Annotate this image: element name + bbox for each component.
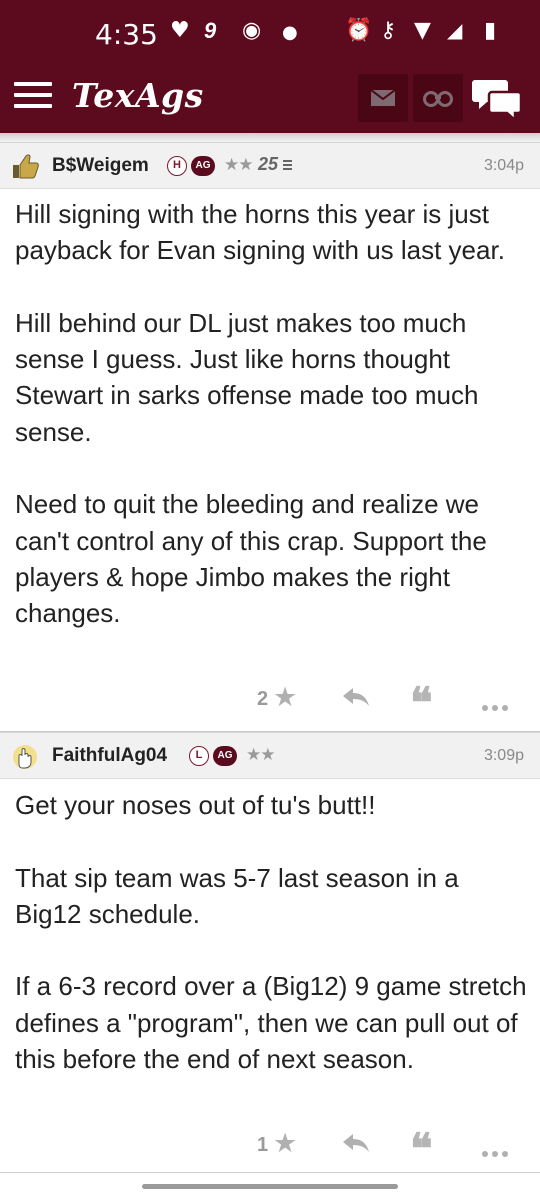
badge-l: L	[189, 746, 209, 766]
like-count: 1	[257, 1134, 269, 1156]
post-body: Hill signing with the horns this year is…	[15, 199, 505, 629]
star-icon[interactable]: ★	[273, 1130, 297, 1157]
member-stars: ★★	[224, 155, 254, 175]
post-rank: 25	[258, 154, 279, 174]
dot-icon: ●	[282, 22, 298, 43]
quote-icon[interactable]: ❝	[410, 682, 433, 724]
post-divider	[0, 1172, 540, 1173]
more-icon[interactable]	[482, 696, 512, 715]
binoculars-icon	[423, 91, 453, 107]
battery-charging-icon: ▮	[484, 18, 497, 43]
post-actions: 1 ★ ❝	[0, 1126, 540, 1170]
member-stars: ★★	[246, 745, 276, 765]
texags-logo[interactable]: TexAgs	[72, 76, 204, 115]
post-header: FaithfulAg04 L AG ★★ 3:09p	[0, 732, 540, 779]
username[interactable]: B$Weigem	[52, 155, 149, 177]
reply-icon[interactable]	[342, 686, 370, 708]
badge-h: H	[167, 156, 187, 176]
star-icon[interactable]: ★	[273, 684, 297, 711]
nine-icon: 9	[204, 18, 217, 43]
mail-button[interactable]	[358, 74, 408, 122]
post-header: B$Weigem H AG ★★ 25 3:04p	[0, 142, 540, 189]
chrome-icon: ◉	[242, 18, 262, 43]
rank-lines-icon	[283, 160, 292, 170]
alarm-icon: ⏰	[345, 18, 373, 43]
post-time: 3:04p	[483, 157, 524, 174]
mail-icon	[370, 89, 396, 106]
heart-icon: ♥	[170, 18, 190, 43]
badge-ag: AG	[213, 746, 237, 766]
chat-icon	[472, 80, 523, 123]
menu-icon[interactable]	[14, 82, 54, 112]
gig-em-hand-icon[interactable]	[10, 742, 40, 770]
thumbs-up-icon[interactable]	[10, 152, 40, 180]
status-time: 4:35	[95, 18, 158, 51]
key-icon: ⚷	[380, 18, 397, 43]
reply-icon[interactable]	[342, 1132, 370, 1154]
post-actions: 2 ★ ❝	[0, 680, 540, 724]
like-count: 2	[257, 688, 269, 710]
post-time: 3:09p	[483, 747, 524, 764]
post-body: Get your noses out of tu's butt!! That s…	[15, 790, 527, 1075]
username[interactable]: FaithfulAg04	[52, 745, 167, 767]
app-header: 4:35 ♥ 9 ◉ ● ⏰ ⚷ ▼ ◢ ▮ TexAgs	[0, 0, 540, 133]
binoculars-button[interactable]	[413, 74, 463, 122]
wifi-icon: ▼	[414, 18, 431, 43]
status-bar: 4:35 ♥ 9 ◉ ● ⏰ ⚷ ▼ ◢ ▮	[0, 0, 540, 70]
home-indicator[interactable]	[142, 1184, 398, 1189]
chat-button[interactable]	[472, 76, 524, 123]
badge-ag: AG	[191, 156, 215, 176]
quote-icon[interactable]: ❝	[410, 1128, 433, 1170]
no-signal-icon: ◢	[447, 18, 463, 42]
app-bar: TexAgs	[0, 70, 540, 133]
more-icon[interactable]	[482, 1142, 512, 1161]
header-shadow	[0, 133, 540, 142]
